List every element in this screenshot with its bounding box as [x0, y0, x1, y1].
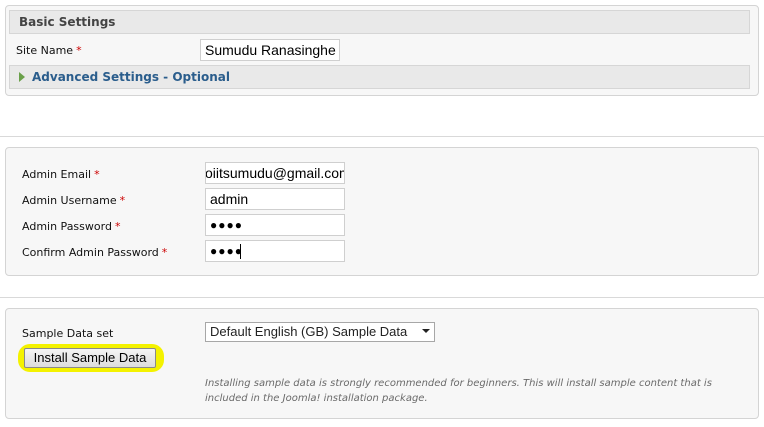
expand-triangle-icon — [19, 71, 25, 82]
confirm-password-label: Confirm Admin Password * — [22, 246, 168, 259]
install-sample-data-button[interactable]: Install Sample Data — [24, 348, 156, 368]
admin-email-label: Admin Email * — [22, 168, 100, 181]
advanced-settings-label: Advanced Settings - Optional — [32, 70, 230, 84]
basic-settings-title: Basic Settings — [19, 15, 116, 29]
sample-data-label: Sample Data set — [22, 327, 114, 340]
sample-data-selected: Default English (GB) Sample Data — [210, 324, 408, 339]
admin-username-input[interactable]: admin — [205, 188, 345, 210]
sample-data-select[interactable]: Default English (GB) Sample Data — [205, 322, 435, 342]
site-name-input[interactable]: Sumudu Ranasinghe — [200, 39, 340, 61]
admin-username-label: Admin Username * — [22, 194, 126, 207]
sample-data-note: Installing sample data is strongly recom… — [205, 378, 712, 404]
confirm-password-input[interactable]: ●●●● — [205, 240, 345, 262]
chevron-down-icon — [422, 329, 430, 333]
admin-password-label: Admin Password * — [22, 220, 121, 233]
site-name-label: Site Name * — [16, 44, 82, 57]
required-marker: * — [76, 44, 82, 57]
text-cursor — [240, 244, 241, 259]
advanced-settings-toggle[interactable]: Advanced Settings - Optional — [9, 65, 750, 89]
admin-email-input[interactable]: oiitsumudu@gmail.com — [205, 162, 345, 184]
divider — [0, 136, 764, 137]
basic-settings-header: Basic Settings — [9, 10, 750, 34]
admin-password-input[interactable]: ●●●● — [205, 214, 345, 236]
highlight-marker: Install Sample Data — [18, 344, 164, 372]
divider — [0, 297, 764, 298]
